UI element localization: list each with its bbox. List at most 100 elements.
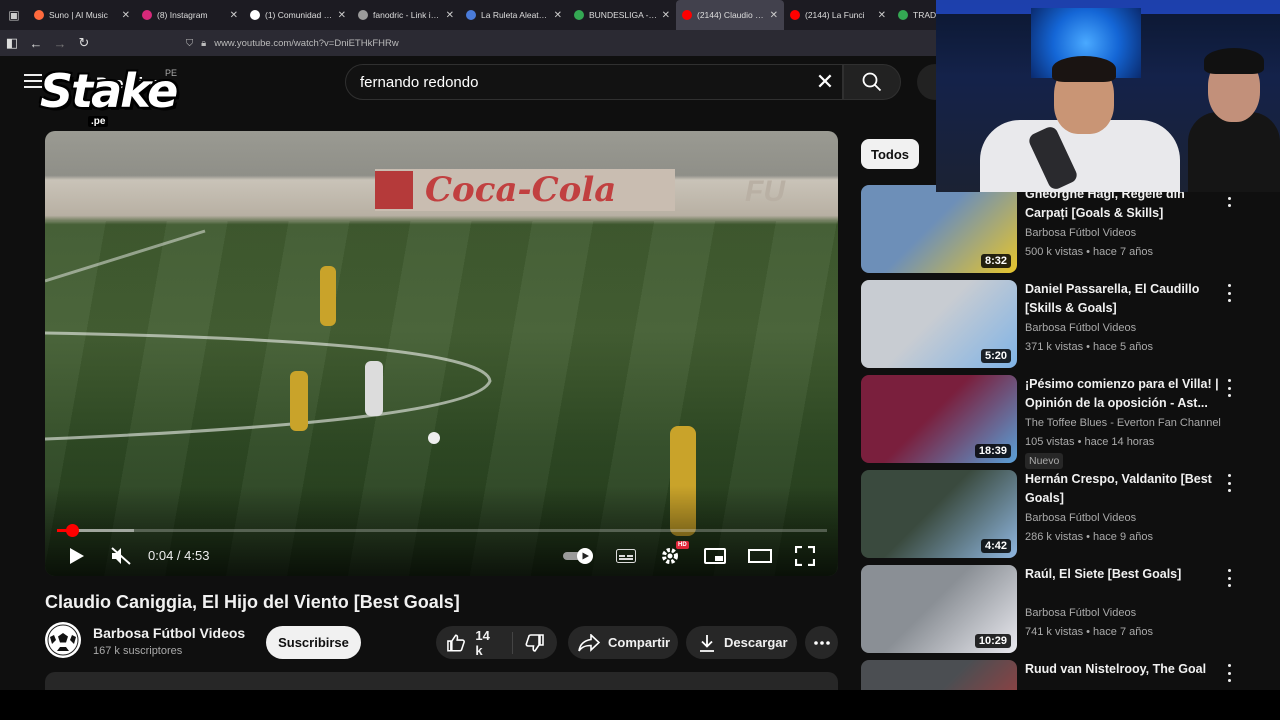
sidebar-toggle-icon[interactable]: ◧ <box>0 30 24 56</box>
video-thumbnail[interactable]: 8:32 <box>861 185 1017 273</box>
tab-title: Suno | AI Music <box>49 10 108 20</box>
recommended-channel[interactable]: The Toffee Blues - Everton Fan Channel <box>1025 417 1221 429</box>
like-count: 14 k <box>475 627 490 658</box>
theater-icon <box>748 549 772 563</box>
duration-badge: 5:20 <box>980 349 1011 363</box>
like-dislike-group: 14 k <box>436 626 557 659</box>
share-label: Compartir <box>608 635 671 650</box>
fullscreen-button[interactable] <box>794 541 816 571</box>
progress-bar[interactable] <box>57 524 827 537</box>
recommended-video-title[interactable]: Raúl, El Siete [Best Goals] <box>1025 565 1221 584</box>
thumbs-down-icon <box>525 633 544 652</box>
video-player[interactable]: Coca-Cola FU 0:04 / 4:53 HD <box>45 131 838 576</box>
download-label: Descargar <box>724 635 788 650</box>
close-tab-icon[interactable]: ✕ <box>230 10 238 21</box>
recommended-channel[interactable]: Barbosa Fútbol Videos <box>1025 322 1136 334</box>
recommended-video[interactable]: 4:42 Hernán Crespo, Valdanito [Best Goals… <box>861 470 1241 560</box>
miniplayer-button[interactable] <box>704 541 726 571</box>
subtitles-button[interactable] <box>615 541 637 571</box>
download-button[interactable]: Descargar <box>686 626 797 659</box>
filter-chip-all[interactable]: Todos <box>861 139 919 169</box>
ad-board-2: FU <box>745 175 785 208</box>
browser-tab[interactable]: (8) Instagram ✕ <box>136 0 244 30</box>
ad-board: Coca-Cola <box>375 169 675 211</box>
more-options-icon[interactable] <box>1223 569 1235 587</box>
tab-favicon-icon <box>142 10 152 20</box>
clear-search-icon[interactable]: ✕ <box>814 71 836 93</box>
recommended-video-title[interactable]: Hernán Crespo, Valdanito [Best Goals] <box>1025 470 1221 508</box>
video-thumbnail[interactable]: 5:20 <box>861 280 1017 368</box>
close-tab-icon[interactable]: ✕ <box>554 10 562 21</box>
stake-logo: Stake <box>40 64 178 118</box>
browser-tab[interactable]: La Ruleta Aleatoria ✕ <box>460 0 568 30</box>
channel-name[interactable]: Barbosa Fútbol Videos <box>93 625 245 641</box>
close-tab-icon[interactable]: ✕ <box>878 10 886 21</box>
video-thumbnail[interactable]: 4:42 <box>861 470 1017 558</box>
more-options-icon[interactable] <box>1223 664 1235 682</box>
recommended-video[interactable]: 5:20 Daniel Passarella, El Caudillo [Skil… <box>861 280 1241 370</box>
recommended-channel[interactable]: Barbosa Fútbol Videos <box>1025 512 1136 524</box>
new-badge: Nuevo <box>1025 453 1064 469</box>
channel-avatar[interactable] <box>45 622 81 658</box>
tab-favicon-icon <box>34 10 44 20</box>
recommended-channel[interactable]: Barbosa Fútbol Videos <box>1025 227 1136 239</box>
recommended-video-title[interactable]: Daniel Passarella, El Caudillo [Skills &… <box>1025 280 1221 318</box>
recommended-video-title[interactable]: Ruud van Nistelrooy, The Goal <box>1025 660 1221 679</box>
reload-icon[interactable]: ↻ <box>72 30 96 56</box>
recommended-video[interactable]: Ruud van Nistelrooy, The Goal <box>861 660 1241 690</box>
recommended-channel[interactable]: Barbosa Fútbol Videos <box>1025 607 1136 619</box>
autoplay-toggle[interactable] <box>563 541 595 571</box>
browser-tab[interactable]: Suno | AI Music ✕ <box>28 0 136 30</box>
video-thumbnail[interactable]: 10:29 <box>861 565 1017 653</box>
subscribe-button[interactable]: Suscribirse <box>266 626 361 659</box>
address-bar[interactable]: ⛉ 🔒︎ www.youtube.com/watch?v=DniETHkFHRw <box>186 38 399 49</box>
autoplay-icon <box>563 548 593 564</box>
gear-icon <box>662 548 678 564</box>
browser-tab[interactable]: (2144) Claudio Ca ✕ <box>676 0 784 30</box>
forward-icon[interactable]: → <box>48 30 72 56</box>
recommended-video-title[interactable]: ¡Pésimo comienzo para el Villa! | Opinió… <box>1025 375 1221 413</box>
view-count-age: 286 k vistas • hace 9 años <box>1025 531 1153 543</box>
tab-favicon-icon <box>574 10 584 20</box>
url-text: www.youtube.com/watch?v=DniETHkFHRw <box>214 37 399 49</box>
time-display: 0:04 / 4:53 <box>148 548 210 563</box>
more-actions-button[interactable] <box>805 626 838 659</box>
browser-tab[interactable]: (1) Comunidad Fan ✕ <box>244 0 352 30</box>
more-options-icon[interactable] <box>1223 284 1235 302</box>
close-tab-icon[interactable]: ✕ <box>770 10 778 21</box>
share-button[interactable]: Compartir <box>568 626 678 659</box>
tab-title: (1) Comunidad Fan <box>265 10 334 20</box>
more-options-icon[interactable] <box>1223 474 1235 492</box>
play-button[interactable] <box>65 541 89 571</box>
hd-badge: HD <box>676 541 689 549</box>
search-input[interactable]: fernando redondo ✕ <box>345 64 843 100</box>
video-thumbnail[interactable] <box>861 660 1017 690</box>
browser-tab[interactable]: BUNDESLIGA - Busc ✕ <box>568 0 676 30</box>
video-thumbnail[interactable]: 18:39 <box>861 375 1017 463</box>
recommended-video[interactable]: 18:39 ¡Pésimo comienzo para el Villa! | O… <box>861 375 1241 469</box>
scrubber-handle[interactable] <box>65 524 79 537</box>
back-icon[interactable]: ← <box>24 30 48 56</box>
close-tab-icon[interactable]: ✕ <box>662 10 670 21</box>
fullscreen-icon <box>795 546 815 566</box>
more-options-icon[interactable] <box>1223 379 1235 397</box>
search-button[interactable] <box>843 64 901 100</box>
browser-tab[interactable]: fanodric - Link in Bi ✕ <box>352 0 460 30</box>
close-tab-icon[interactable]: ✕ <box>338 10 346 21</box>
browser-tab[interactable]: (2144) La Funci ✕ <box>784 0 892 30</box>
close-tab-icon[interactable]: ✕ <box>122 10 130 21</box>
tab-title: (2144) Claudio Ca <box>697 10 766 20</box>
captions-icon <box>616 549 636 563</box>
dislike-button[interactable] <box>513 633 557 653</box>
theater-mode-button[interactable] <box>748 541 772 571</box>
tab-title: La Ruleta Aleatoria <box>481 10 550 20</box>
recommended-video[interactable]: 10:29 Raúl, El Siete [Best Goals] Barbosa … <box>861 565 1241 655</box>
tab-title: (8) Instagram <box>157 10 208 20</box>
like-button[interactable]: 14 k <box>436 628 513 658</box>
mute-button[interactable] <box>109 541 133 571</box>
close-tab-icon[interactable]: ✕ <box>446 10 454 21</box>
football-icon <box>47 624 79 656</box>
recommended-video[interactable]: 8:32 Gheorghe Hagi, Regele din Carpați [G… <box>861 185 1241 275</box>
tab-list-icon[interactable]: ▣ <box>0 0 28 30</box>
more-horizontal-icon <box>813 640 830 645</box>
